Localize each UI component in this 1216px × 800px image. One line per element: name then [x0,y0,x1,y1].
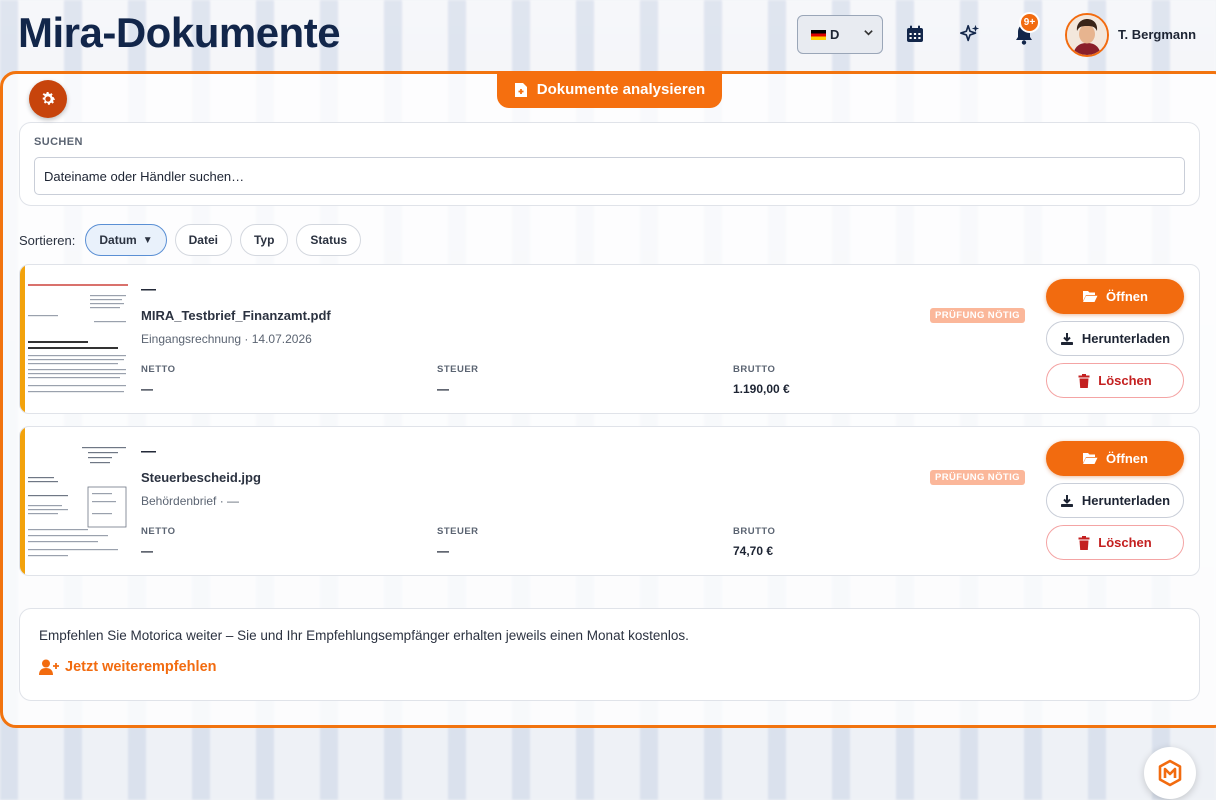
search-input[interactable]: Dateiname oder Händler suchen… [34,157,1185,195]
gross-value: 1.190,00 € [733,382,790,396]
header: Mira-Dokumente D 9+ T. Bergmann [0,0,1216,70]
status-badge: PRÜFUNG NÖTIG [930,470,1025,485]
sort-chip-datum[interactable]: Datum ▼ [85,224,167,256]
download-icon [1060,494,1073,507]
download-icon [1060,332,1073,345]
ai-sparkle-button[interactable] [958,22,982,46]
page-title: Mira-Dokumente [18,9,341,56]
document-filename[interactable]: MIRA_Testbrief_Finanzamt.pdf [141,308,331,323]
analyze-documents-button[interactable]: Dokumente analysieren [497,71,722,108]
folder-open-icon [1083,291,1098,302]
user-avatar-icon [1067,15,1107,55]
settings-button[interactable] [29,80,67,118]
tax-value: — [437,544,449,558]
tax-label: STEUER [437,526,479,537]
open-button[interactable]: Öffnen [1046,441,1184,476]
analyze-label: Dokumente analysieren [536,81,706,98]
sort-chip-typ[interactable]: Typ [239,224,289,256]
document-thumbnail[interactable] [28,443,128,561]
mira-logo-icon [1158,759,1182,787]
chevron-down-icon [863,27,874,41]
download-button[interactable]: Herunterladen [1046,483,1184,518]
avatar[interactable] [1065,13,1109,57]
language-value: D [830,27,840,42]
user-plus-icon [39,659,59,675]
referral-text: Empfehlen Sie Motorica weiter – Sie und … [39,628,689,643]
document-filename[interactable]: Steuerbescheid.jpg [141,470,261,485]
document-title: — [141,443,156,460]
tax-value: — [437,382,449,396]
gross-value: 74,70 € [733,544,774,558]
document-card: — MIRA_Testbrief_Finanzamt.pdf Eingangsr… [19,264,1200,414]
status-badge: PRÜFUNG NÖTIG [930,308,1025,323]
sparkles-icon [960,24,980,42]
document-title: — [141,281,156,298]
referral-link[interactable]: Jetzt weiterempfehlen [39,659,217,675]
folder-open-icon [1083,453,1098,464]
search-card: SUCHEN Dateiname oder Händler suchen… [19,122,1200,206]
sort-bar: Sortieren: Datum ▼ Datei Typ Status [19,224,369,256]
gear-icon [42,91,56,105]
download-button[interactable]: Herunterladen [1046,321,1184,356]
pdf-preview-icon [28,281,128,399]
net-label: NETTO [141,526,176,537]
delete-button[interactable]: Löschen [1046,525,1184,560]
document-card: — Steuerbescheid.jpg Behördenbrief · — P… [19,426,1200,576]
search-label: SUCHEN [34,136,83,148]
trash-icon [1078,535,1090,550]
referral-card: Empfehlen Sie Motorica weiter – Sie und … [19,608,1200,701]
file-plus-icon [514,82,527,97]
sort-chip-datei[interactable]: Datei [174,224,232,256]
calendar-icon [907,25,923,42]
assistant-button[interactable] [1144,747,1196,799]
trash-icon [1078,373,1090,388]
sort-desc-icon: ▼ [142,234,153,246]
sort-label: Sortieren: [19,232,76,248]
user-name: T. Bergmann [1118,27,1197,42]
image-preview-icon [28,443,128,561]
german-flag-icon [811,29,826,40]
net-value: — [141,382,153,396]
document-meta: Behördenbrief · — [141,494,240,508]
sort-chip-status[interactable]: Status [296,224,362,256]
gross-label: BRUTTO [733,526,776,537]
net-value: — [141,544,153,558]
delete-button[interactable]: Löschen [1046,363,1184,398]
gross-label: BRUTTO [733,364,776,375]
document-meta: Eingangsrechnung · 14.07.2026 [141,332,312,346]
net-label: NETTO [141,364,176,375]
notification-badge: 9+ [1019,12,1040,33]
document-thumbnail[interactable] [28,281,128,399]
calendar-button[interactable] [903,22,927,46]
language-select[interactable]: D [797,15,883,54]
open-button[interactable]: Öffnen [1046,279,1184,314]
tax-label: STEUER [437,364,479,375]
